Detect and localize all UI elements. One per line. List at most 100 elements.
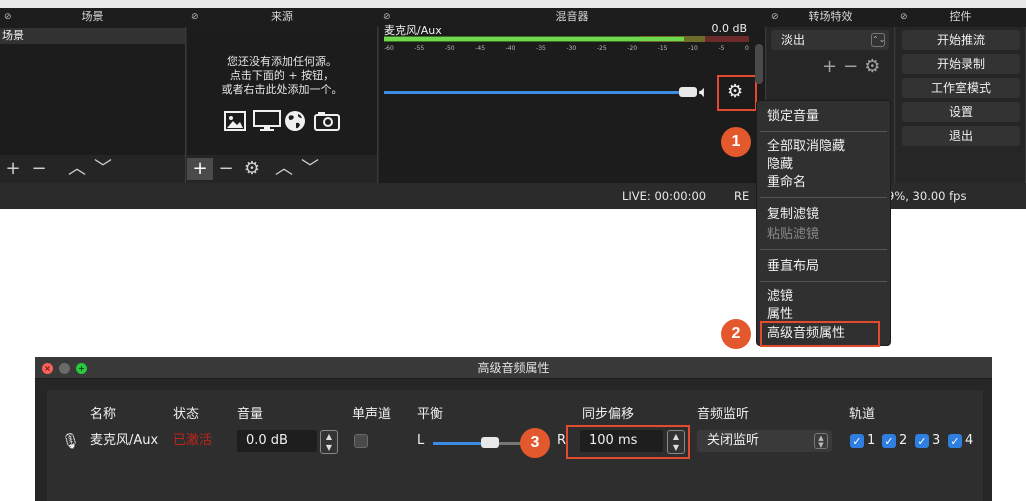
audio-properties-table: 名称 状态 音量 单声道 平衡 同步偏移 音频监听 轨道 🎙︎ 麦克风/Aux … [47, 390, 983, 501]
exit-button[interactable]: 退出 [902, 126, 1020, 146]
column-header-name: 名称 [90, 407, 117, 422]
meter-tick: -25 [596, 45, 607, 52]
column-header-sync-offset: 同步偏移 [582, 407, 635, 422]
mixer-context-menu: 锁定音量 全部取消隐藏 隐藏 重命名 复制滤镜 粘贴滤镜 垂直布局 滤镜 属性 … [756, 100, 891, 347]
track-4-checkbox[interactable]: ✓ [948, 434, 962, 448]
transition-select[interactable]: 淡出 ⌃⌄ [771, 30, 889, 50]
start-recording-button[interactable]: 开始录制 [902, 54, 1020, 74]
transition-selected-label: 淡出 [781, 33, 806, 47]
volume-slider-track[interactable] [384, 91, 684, 94]
balance-slider-handle[interactable] [481, 437, 499, 448]
mono-checkbox[interactable] [354, 434, 368, 448]
controls-dock-title: ⊘ 控件 [896, 9, 1025, 25]
menu-item-rename[interactable]: 重命名 [767, 175, 806, 191]
step-badge-1: 1 [721, 127, 751, 157]
menu-separator [760, 249, 887, 250]
move-source-up-button[interactable]: ︿ [271, 158, 297, 180]
track-2-checkbox[interactable]: ✓ [882, 434, 896, 448]
menu-item-hide[interactable]: 隐藏 [767, 157, 793, 173]
controls-dock: ⊘ 控件 开始推流 开始录制 工作室模式 设置 退出 [896, 10, 1026, 183]
globe-icon [283, 110, 311, 134]
image-icon [223, 110, 251, 134]
speaker-icon[interactable]: 🔈︎ [699, 82, 709, 102]
volume-input[interactable]: 0.0 dB [237, 430, 317, 452]
scenes-title-label: 场景 [81, 10, 104, 23]
scenes-dock-title: ⊘ 场景 [0, 9, 185, 25]
sources-empty-message: 您还没有添加任何源。 点击下面的 + 按钮， 或者右击此处添加一个。 [187, 55, 377, 97]
transitions-title-label: 转场特效 [808, 10, 853, 23]
column-header-mono: 单声道 [352, 407, 392, 422]
track-3-checkbox[interactable]: ✓ [915, 434, 929, 448]
menu-item-filters[interactable]: 滤镜 [767, 289, 793, 305]
select-updown-icon: ▲ ▼ [814, 433, 828, 449]
add-scene-button[interactable]: + [0, 158, 26, 180]
window-top-edge [0, 0, 1026, 8]
sources-title-label: 来源 [271, 10, 293, 23]
column-header-monitoring: 音频监听 [697, 407, 750, 422]
volume-stepper[interactable]: ▲ ▼ [320, 430, 338, 454]
highlight-gear [717, 75, 757, 111]
menu-item-lock-volume[interactable]: 锁定音量 [767, 109, 819, 125]
highlight-sync-offset [566, 425, 690, 459]
empty-message-line: 或者右击此处添加一个。 [221, 83, 343, 96]
menu-item-paste-filters: 粘贴滤镜 [767, 227, 820, 242]
meter-tick: -50 [444, 45, 455, 52]
sources-dock[interactable]: ⊘ 来源 您还没有添加任何源。 点击下面的 + 按钮， 或者右击此处添加一个。 … [187, 10, 378, 183]
sources-dock-title: ⊘ 来源 [187, 9, 377, 25]
scenes-dock: ⊘ 场景 场景 + − ︿ ﹀ [0, 10, 186, 183]
volume-slider-handle[interactable] [679, 87, 697, 97]
menu-item-vertical-layout[interactable]: 垂直布局 [767, 259, 819, 275]
menu-separator [760, 197, 887, 198]
menu-separator [760, 281, 887, 282]
mixer-title-label: 混音器 [555, 10, 589, 23]
dock-float-icon[interactable]: ⊘ [771, 9, 779, 25]
scene-list-item[interactable]: 场景 [0, 28, 185, 44]
move-scene-up-button[interactable]: ︿ [64, 158, 90, 180]
cpu-fps-readout: 9%, 30.00 fps [887, 189, 967, 203]
add-transition-button[interactable]: + [822, 56, 843, 77]
microphone-icon: 🎙︎ [61, 432, 81, 450]
source-name: 麦克风/Aux [90, 433, 159, 448]
dock-float-icon[interactable]: ⊘ [191, 9, 199, 25]
scenes-toolbar: + − ︿ ﹀ [0, 155, 185, 183]
add-source-button[interactable]: + [187, 158, 213, 180]
meter-tick: -30 [566, 45, 577, 52]
meter-tick: -5 [718, 45, 725, 52]
meter-tick: -15 [657, 45, 668, 52]
sources-toolbar: + − ⚙ ︿ ﹀ [187, 155, 377, 183]
column-header-status: 状态 [173, 407, 200, 422]
studio-mode-button[interactable]: 工作室模式 [902, 78, 1020, 98]
camera-icon [313, 110, 341, 134]
mixer-scrollbar[interactable] [755, 44, 763, 84]
column-header-balance: 平衡 [417, 407, 444, 422]
balance-left-label: L [417, 433, 425, 448]
transition-tools: +−⚙ [822, 56, 886, 77]
menu-item-copy-filters[interactable]: 复制滤镜 [767, 207, 819, 223]
audio-monitoring-select[interactable]: 关闭监听 ▲ ▼ [697, 430, 832, 452]
remove-source-button[interactable]: − [213, 158, 239, 180]
dock-float-icon[interactable]: ⊘ [4, 9, 12, 25]
monitor-icon [253, 110, 281, 134]
settings-button[interactable]: 设置 [902, 102, 1020, 122]
monitoring-selected-label: 关闭监听 [707, 433, 760, 448]
meter-tick: -40 [505, 45, 516, 52]
remove-scene-button[interactable]: − [26, 158, 52, 180]
step-badge-3: 3 [520, 428, 550, 458]
dock-float-icon[interactable]: ⊘ [900, 9, 908, 25]
audio-mixer-dock: ⊘ 混音器 麦克风/Aux 0.0 dB -60 -55 -50 -45 -40… [379, 10, 766, 183]
track-4-label: 4 [965, 433, 974, 448]
move-scene-down-button[interactable]: ﹀ [90, 158, 116, 180]
meter-tick: -20 [627, 45, 638, 52]
menu-item-unhide-all[interactable]: 全部取消隐藏 [767, 139, 845, 155]
rec-timer: RE [734, 189, 750, 203]
start-streaming-button[interactable]: 开始推流 [902, 30, 1020, 50]
move-source-down-button[interactable]: ﹀ [297, 158, 323, 180]
remove-transition-button[interactable]: − [843, 56, 864, 77]
transition-gear-icon[interactable]: ⚙ [864, 56, 886, 77]
meter-tick: -10 [688, 45, 698, 52]
menu-separator [760, 131, 887, 132]
source-status: 已激活 [173, 433, 213, 448]
track-1-checkbox[interactable]: ✓ [850, 434, 864, 448]
source-properties-gear-icon[interactable]: ⚙ [239, 158, 265, 180]
balance-right-label: R [557, 433, 567, 448]
